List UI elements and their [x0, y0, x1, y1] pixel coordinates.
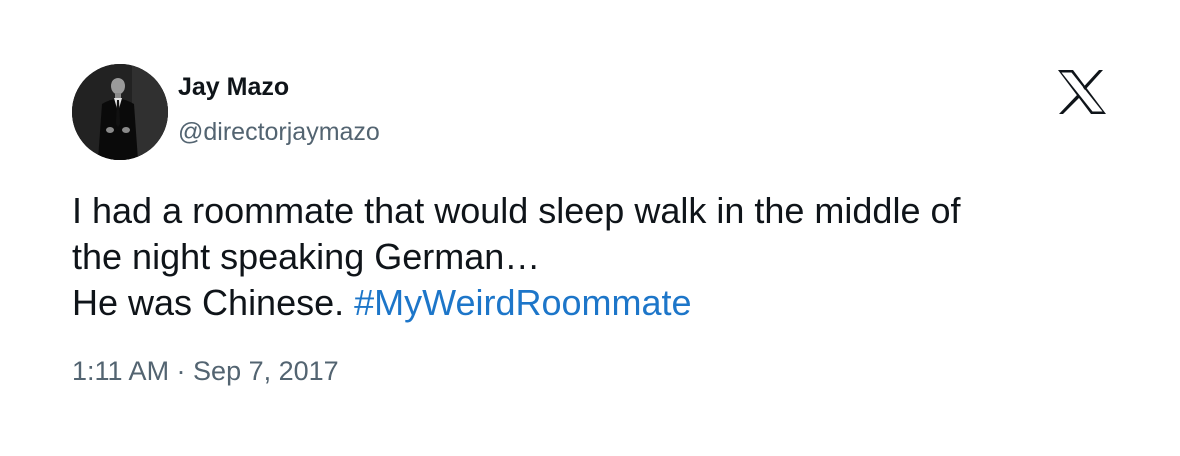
avatar-photo-icon [72, 64, 168, 160]
author-display-name[interactable]: Jay Mazo [178, 73, 289, 102]
tweet-text-line: I had a roommate that would sleep walk i… [72, 190, 961, 231]
tweet-timestamp[interactable]: 1:11 AM · Sep 7, 2017 [72, 356, 339, 387]
tweet-text-line: the night speaking German… [72, 236, 541, 277]
x-logo-icon[interactable] [1058, 70, 1106, 114]
tweet-text-line: He was Chinese. #MyWeirdRoommate [72, 280, 1112, 326]
tweet-card: Jay Mazo @directorjaymazo I had a roomma… [0, 0, 1180, 456]
avatar[interactable] [72, 64, 168, 160]
author-handle[interactable]: @directorjaymazo [178, 118, 380, 147]
tweet-text-segment: He was Chinese. [72, 282, 355, 323]
tweet-text: I had a roommate that would sleep walk i… [72, 188, 1112, 326]
hashtag-link[interactable]: #MyWeirdRoommate [354, 282, 691, 323]
